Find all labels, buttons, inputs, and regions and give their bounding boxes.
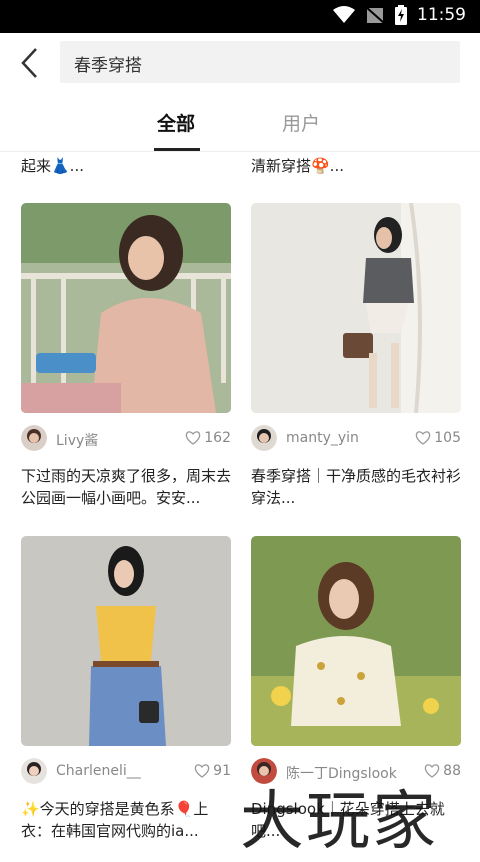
post-card[interactable]: Livy酱 162 下过雨的天凉爽了很多，周末去公园画一幅小画吧。安安... — [21, 203, 231, 523]
post-image[interactable] — [251, 203, 461, 413]
like-count-value: 91 — [213, 763, 231, 779]
like-count-value: 105 — [434, 430, 461, 446]
post-card[interactable]: manty_yin 105 春季穿搭｜干净质感的毛衣衬衫穿法... — [251, 203, 461, 523]
author-row[interactable]: manty_yin 105 — [251, 425, 461, 453]
author-name: Charleneli__ — [56, 763, 141, 779]
no-signal-icon — [365, 6, 385, 24]
post-caption: 春季穿搭｜干净质感的毛衣衬衫穿法... — [251, 467, 462, 507]
previous-caption-right: 清新穿搭🍄... — [251, 157, 344, 175]
avatar — [21, 758, 47, 784]
heart-icon — [194, 764, 210, 778]
post-image[interactable] — [21, 536, 231, 746]
divider — [0, 151, 480, 152]
tab-users[interactable]: 用户 — [282, 109, 320, 136]
like-count[interactable]: 91 — [194, 763, 231, 779]
watermark-logo: 大玩家 — [240, 785, 438, 859]
header: 春季穿搭 — [0, 33, 480, 93]
post-caption: ✨今天的穿搭是黄色系🎈上衣：在韩国官网代购的ia... — [21, 800, 209, 840]
post-image[interactable] — [21, 203, 231, 413]
tab-bar: 全部 用户 — [0, 93, 480, 151]
search-query: 春季穿搭 — [74, 56, 142, 76]
author-row[interactable]: Livy酱 162 — [21, 425, 231, 453]
previous-caption-left: 起来👗... — [21, 157, 84, 175]
status-time: 11:59 — [417, 5, 466, 25]
author-name: Livy酱 — [56, 433, 99, 449]
author-name: manty_yin — [286, 430, 359, 446]
tab-all[interactable]: 全部 — [157, 109, 195, 136]
wifi-icon — [333, 6, 355, 23]
status-icons: 11:59 — [333, 5, 466, 25]
like-count[interactable]: 105 — [415, 430, 461, 446]
battery-icon — [395, 5, 407, 25]
search-input[interactable]: 春季穿搭 — [60, 41, 460, 83]
like-count[interactable]: 162 — [185, 430, 231, 446]
heart-icon — [416, 431, 431, 445]
status-bar: 11:59 — [0, 0, 480, 33]
post-caption: 下过雨的天凉爽了很多，周末去公园画一幅小画吧。安安... — [21, 467, 232, 507]
avatar — [251, 425, 277, 451]
chevron-left-icon — [21, 48, 37, 78]
heart-icon — [186, 431, 201, 445]
like-count-value: 162 — [204, 430, 231, 446]
like-count-value: 88 — [443, 763, 461, 779]
post-card[interactable]: Charleneli__ 91 ✨今天的穿搭是黄色系🎈上衣：在韩国官网代购的ia… — [21, 536, 231, 853]
back-button[interactable] — [16, 45, 46, 81]
avatar — [21, 425, 47, 451]
post-image[interactable] — [251, 536, 461, 746]
author-row[interactable]: Charleneli__ 91 — [21, 758, 231, 786]
